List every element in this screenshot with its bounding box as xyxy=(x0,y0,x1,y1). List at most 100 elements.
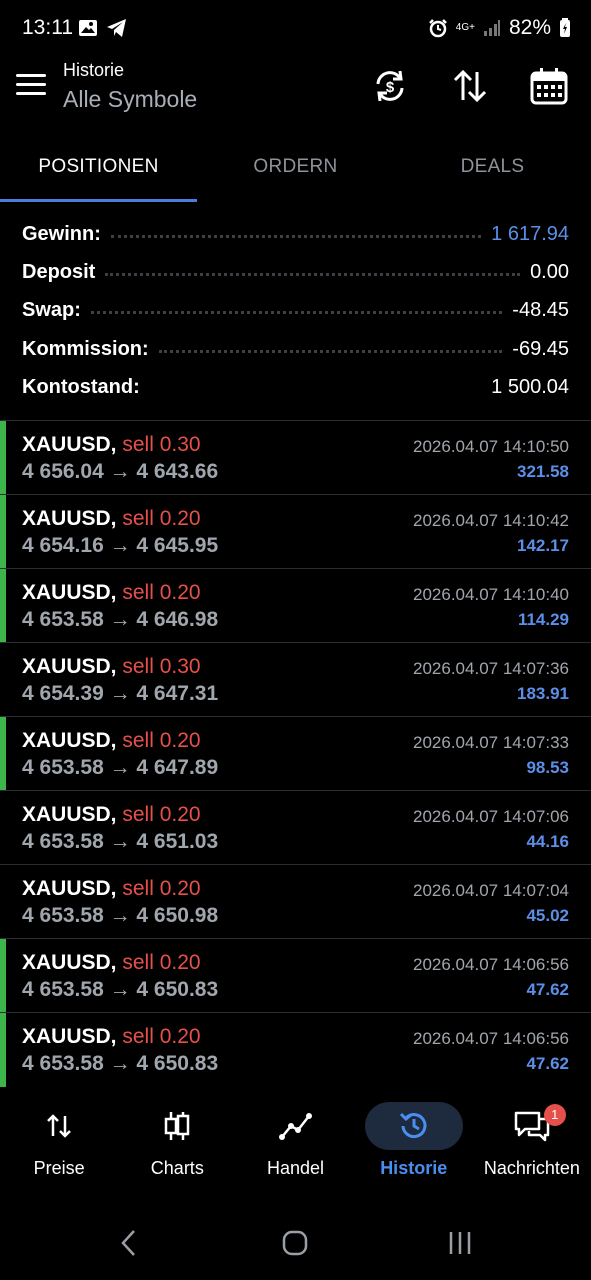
trade-side: sell 0.20 xyxy=(122,877,201,900)
dotted-leader xyxy=(105,272,521,276)
trade-symbol: XAUUSD, sell 0.20 xyxy=(22,877,201,900)
battery-percent: 82% xyxy=(508,16,551,39)
nav-label: Preise xyxy=(33,1158,85,1178)
trade-side: sell 0.30 xyxy=(122,433,201,456)
trade-time: 2026.04.07 14:06:56 xyxy=(413,955,569,974)
network-type: 4G+ xyxy=(455,22,475,33)
summary-value: 1 500.04 xyxy=(491,375,569,398)
tab-positionen[interactable]: POSITIONEN xyxy=(0,138,197,202)
recents-icon[interactable] xyxy=(446,1228,474,1258)
sort-icon[interactable] xyxy=(450,66,490,106)
nav-handel[interactable]: Handel xyxy=(236,1090,354,1200)
table-row[interactable]: XAUUSD, sell 0.20 4 653.58 → 4 650.98 20… xyxy=(0,865,591,939)
nav-label: Charts xyxy=(150,1158,204,1178)
summary-value: -48.45 xyxy=(512,299,569,322)
trade-profit: 114.29 xyxy=(517,610,569,629)
tab-deals[interactable]: DEALS xyxy=(394,138,591,202)
summary-label: Deposit xyxy=(22,260,96,283)
symbol-filter[interactable]: Alle Symbole xyxy=(63,86,197,113)
status-notification-icons xyxy=(78,18,128,38)
trade-profit: 98.53 xyxy=(526,758,569,777)
trade-prices: 4 654.39 → 4 647.31 xyxy=(22,682,219,705)
app-bar: Historie Alle Symbole $ xyxy=(0,56,591,136)
trade-side: sell 0.20 xyxy=(122,951,201,974)
telegram-icon xyxy=(107,19,126,37)
trade-profit: 142.17 xyxy=(517,536,569,555)
trade-prices: 4 653.58 → 4 647.89 xyxy=(22,756,219,779)
trade-prices: 4 656.04 → 4 643.66 xyxy=(22,460,219,483)
row-marker xyxy=(0,495,6,568)
notification-badge: 1 xyxy=(543,1104,566,1126)
table-row[interactable]: XAUUSD, sell 0.20 4 653.58 → 4 650.83 20… xyxy=(0,939,591,1013)
sync-icon[interactable]: $ xyxy=(370,66,410,106)
table-row[interactable]: XAUUSD, sell 0.30 4 656.04 → 4 643.66 20… xyxy=(0,421,591,495)
summary-label: Swap: xyxy=(22,299,81,322)
trade-side: sell 0.20 xyxy=(122,1025,201,1048)
trade-symbol: XAUUSD, sell 0.20 xyxy=(22,507,201,530)
menu-icon[interactable] xyxy=(16,74,46,98)
alarm-icon xyxy=(428,19,447,38)
trade-profit: 44.16 xyxy=(526,832,569,851)
nav-historie[interactable]: Historie xyxy=(355,1090,473,1200)
tab-ordern[interactable]: ORDERN xyxy=(197,138,394,202)
summary-row-swap: Swap: -48.45 xyxy=(0,292,591,330)
trade-profit: 321.58 xyxy=(517,462,569,481)
status-time: 13:11 xyxy=(22,16,73,39)
trade-side: sell 0.30 xyxy=(122,655,201,678)
summary-value: -69.45 xyxy=(512,337,569,360)
table-row[interactable]: XAUUSD, sell 0.20 4 653.58 → 4 650.83 20… xyxy=(0,1013,591,1087)
nav-label: Handel xyxy=(266,1158,325,1178)
page-title: Historie xyxy=(63,60,125,80)
table-row[interactable]: XAUUSD, sell 0.30 4 654.39 → 4 647.31 20… xyxy=(0,643,591,717)
dotted-leader xyxy=(90,311,503,315)
trade-side: sell 0.20 xyxy=(122,581,201,604)
summary-row-kommission: Kommission: -69.45 xyxy=(0,330,591,368)
trade-time: 2026.04.07 14:07:04 xyxy=(413,881,569,900)
trade-time: 2026.04.07 14:10:40 xyxy=(413,585,569,604)
status-bar: 13:11 4G+ 82% xyxy=(0,0,591,56)
summary-value: 0.00 xyxy=(530,260,569,283)
summary-row-gewinn: Gewinn: 1 617.94 xyxy=(0,215,591,253)
account-summary: Gewinn: 1 617.94 Deposit 0.00 Swap: -48.… xyxy=(0,215,591,406)
trade-symbol: XAUUSD, sell 0.20 xyxy=(22,951,201,974)
trade-time: 2026.04.07 14:07:06 xyxy=(413,807,569,826)
table-row[interactable]: XAUUSD, sell 0.20 4 654.16 → 4 645.95 20… xyxy=(0,495,591,569)
trade-prices: 4 653.58 → 4 650.83 xyxy=(22,1052,219,1075)
dotted-leader xyxy=(150,389,481,390)
nav-preise[interactable]: Preise xyxy=(0,1090,118,1200)
nav-nachrichten[interactable]: 1 Nachrichten xyxy=(473,1090,591,1200)
trade-symbol: XAUUSD, sell 0.20 xyxy=(22,1025,201,1048)
trade-prices: 4 653.58 → 4 650.98 xyxy=(22,904,219,927)
trade-profit: 47.62 xyxy=(526,980,569,999)
bottom-nav: Preise Charts Handel Historie 1 Nachrich… xyxy=(0,1090,591,1200)
trade-side: sell 0.20 xyxy=(122,803,201,826)
nav-charts[interactable]: Charts xyxy=(118,1090,236,1200)
tab-bar: POSITIONEN ORDERN DEALS xyxy=(0,138,591,202)
trade-prices: 4 654.16 → 4 645.95 xyxy=(22,534,219,557)
row-marker xyxy=(0,421,6,494)
row-marker xyxy=(0,1013,6,1087)
table-row[interactable]: XAUUSD, sell 0.20 4 653.58 → 4 647.89 20… xyxy=(0,717,591,791)
trade-prices: 4 653.58 → 4 650.83 xyxy=(22,978,219,1001)
trade-profit: 47.62 xyxy=(526,1054,569,1073)
trade-time: 2026.04.07 14:07:36 xyxy=(413,659,569,678)
dotted-leader xyxy=(158,349,503,353)
table-row[interactable]: XAUUSD, sell 0.20 4 653.58 → 4 651.03 20… xyxy=(0,791,591,865)
back-icon[interactable] xyxy=(118,1228,140,1258)
candlestick-icon xyxy=(165,1112,190,1140)
summary-label: Kommission: xyxy=(22,337,149,360)
calendar-icon[interactable] xyxy=(529,66,569,106)
trend-line-icon xyxy=(278,1113,312,1140)
nav-label: Nachrichten xyxy=(483,1158,580,1178)
positions-list: XAUUSD, sell 0.30 4 656.04 → 4 643.66 20… xyxy=(0,421,591,1087)
trade-time: 2026.04.07 14:10:50 xyxy=(413,437,569,456)
image-icon xyxy=(79,20,97,36)
home-icon[interactable] xyxy=(281,1228,309,1258)
trade-side: sell 0.20 xyxy=(122,507,201,530)
summary-row-kontostand: Kontostand: 1 500.04 xyxy=(0,368,591,406)
summary-row-deposit: Deposit 0.00 xyxy=(0,253,591,291)
trade-time: 2026.04.07 14:07:33 xyxy=(413,733,569,752)
battery-icon xyxy=(560,18,570,37)
table-row[interactable]: XAUUSD, sell 0.20 4 653.58 → 4 646.98 20… xyxy=(0,569,591,643)
row-marker xyxy=(0,939,6,1012)
